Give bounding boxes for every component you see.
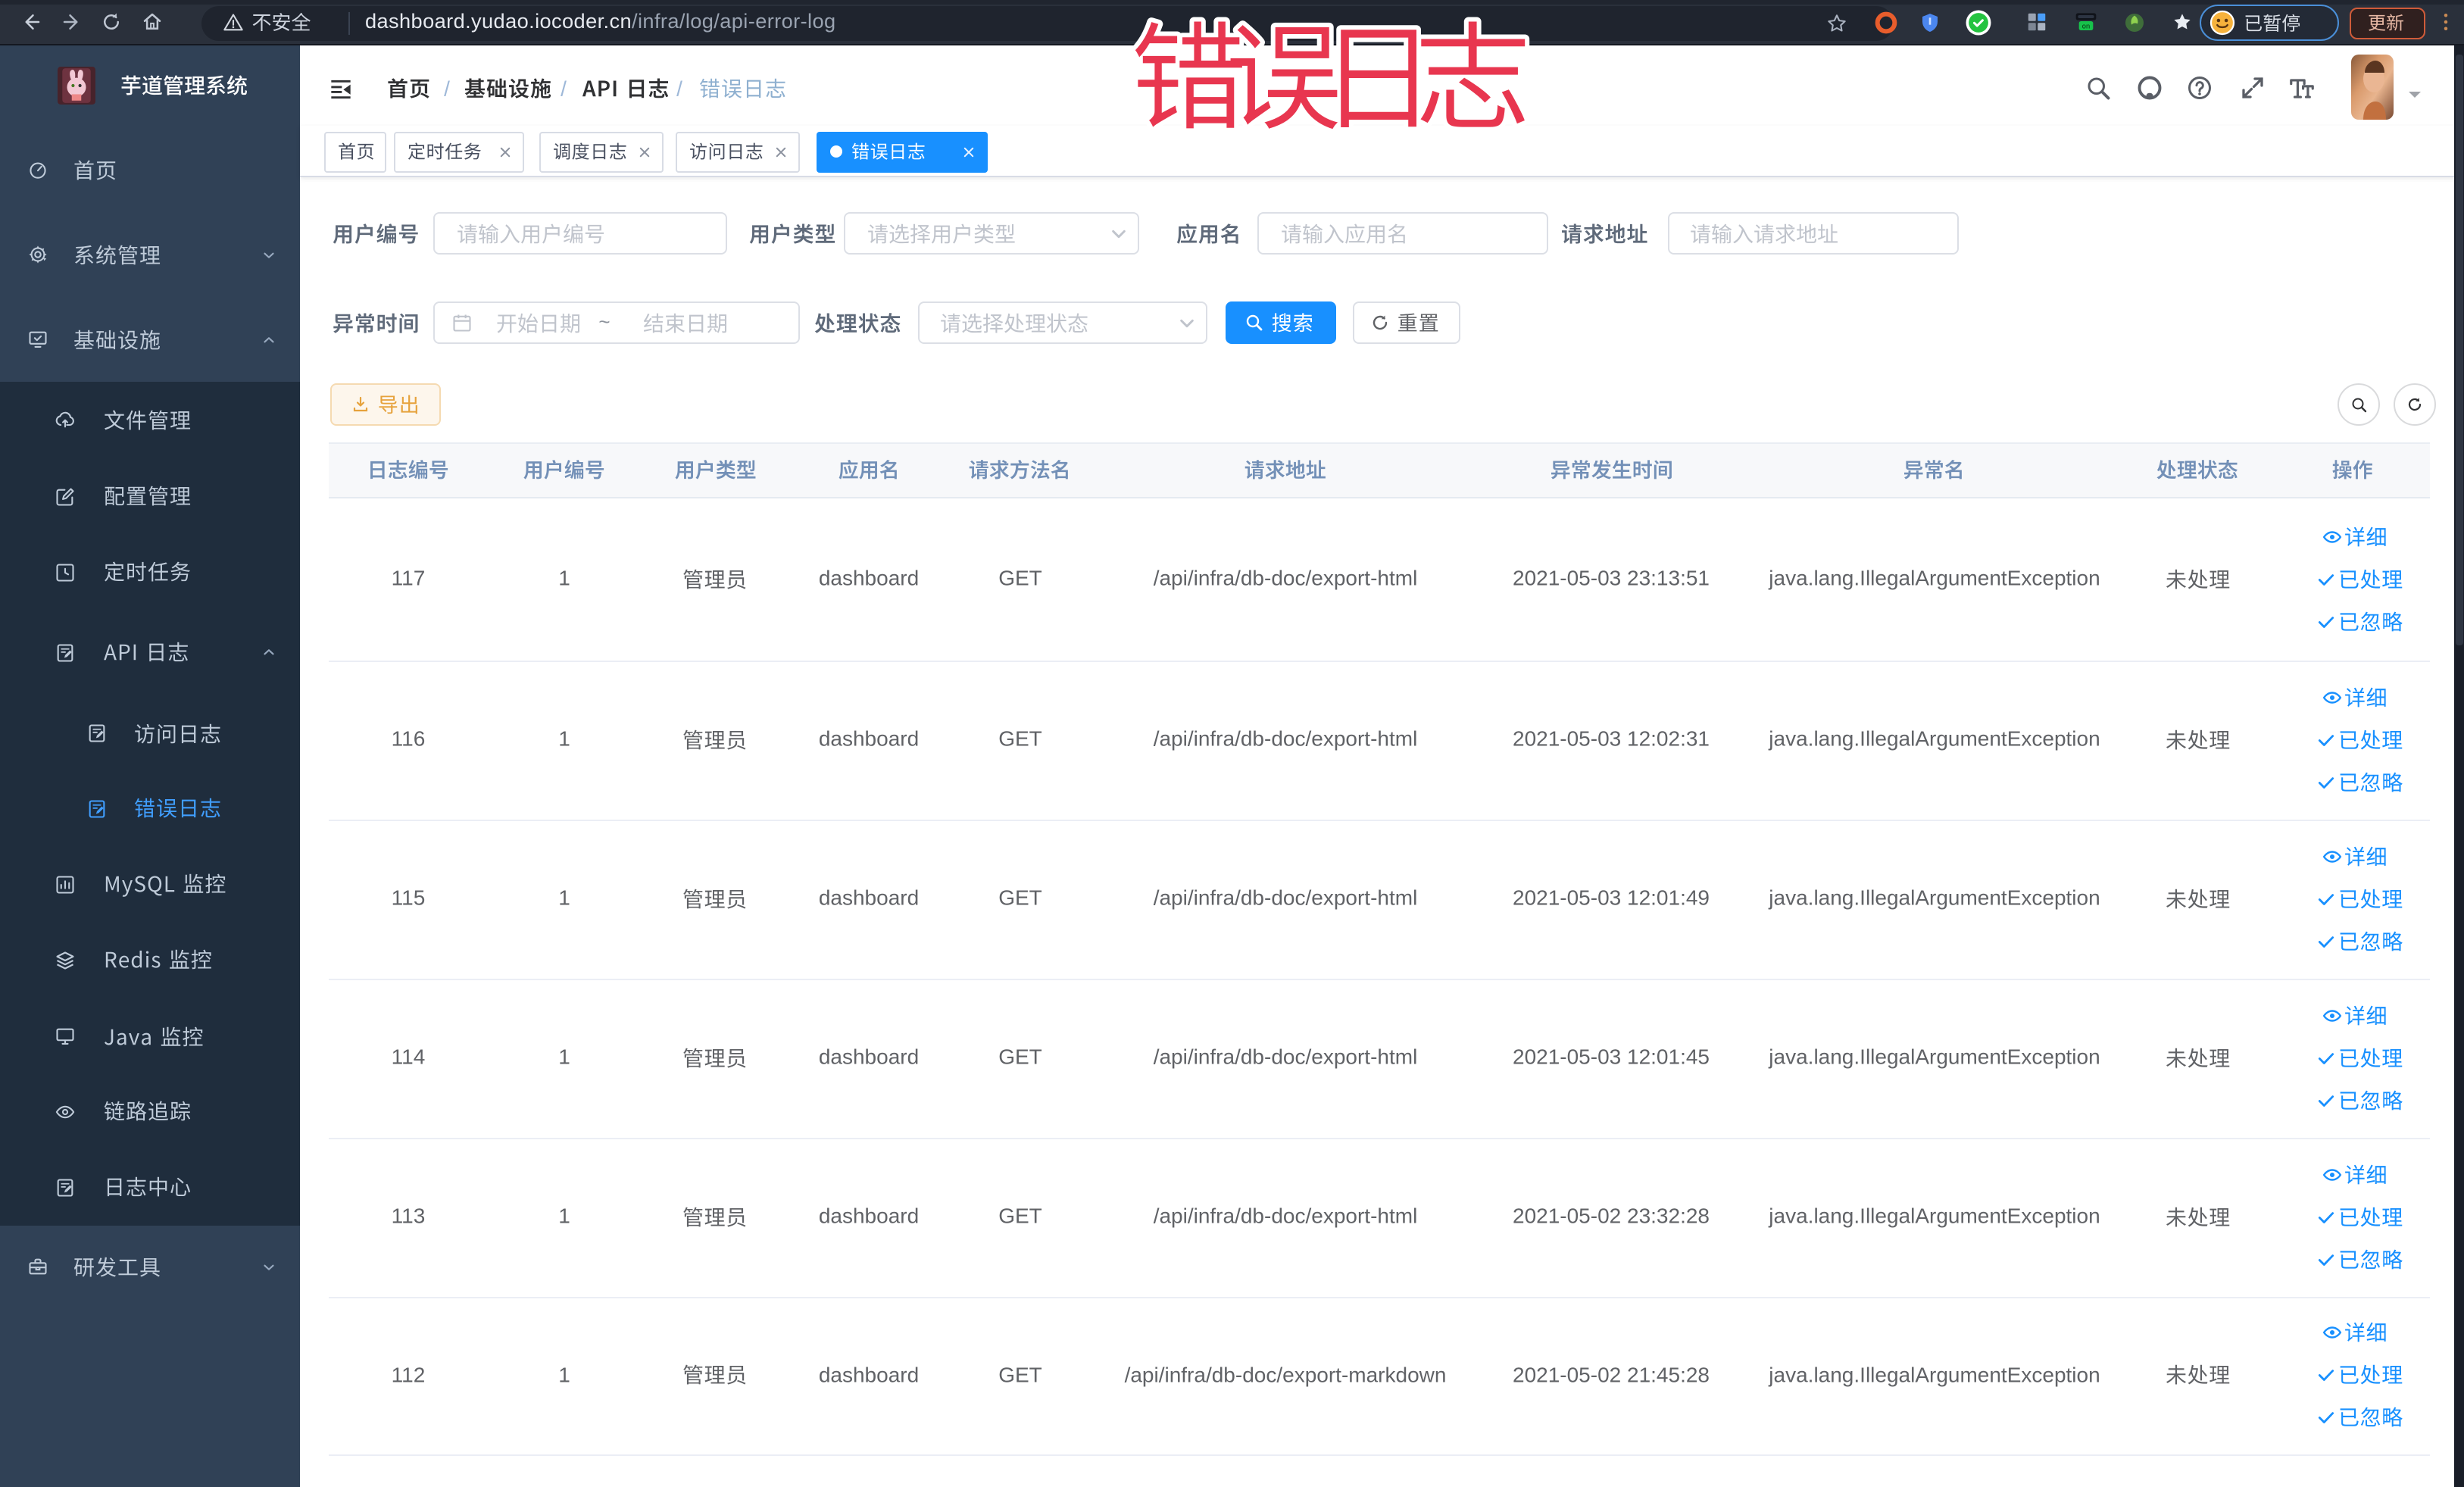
svg-text:on: on [2082, 22, 2090, 30]
